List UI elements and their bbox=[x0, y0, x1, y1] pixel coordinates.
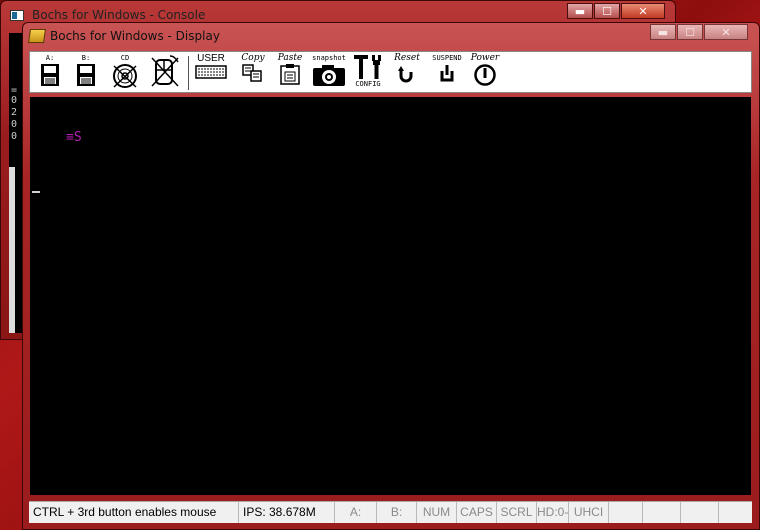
text-cursor bbox=[32, 191, 40, 193]
display-window[interactable]: Bochs for Windows - Display ▬ ☐ ✕ A: B: bbox=[22, 22, 760, 530]
close-button[interactable]: ✕ bbox=[621, 3, 665, 19]
user-button[interactable]: USER bbox=[194, 54, 228, 90]
display-window-controls: ▬ ☐ ✕ bbox=[650, 24, 749, 40]
copy-icon bbox=[242, 64, 262, 82]
console-app-icon bbox=[10, 10, 24, 21]
floppy-a-button[interactable]: A: bbox=[38, 54, 62, 90]
reset-button[interactable]: Reset bbox=[390, 54, 424, 90]
reset-label: Reset bbox=[394, 53, 420, 63]
display-title: Bochs for Windows - Display bbox=[50, 29, 220, 43]
status-floppy-b: B: bbox=[377, 502, 417, 523]
status-ips: IPS: 38.678M bbox=[239, 502, 335, 523]
status-caps-lock: CAPS bbox=[457, 502, 497, 523]
floppy-icon bbox=[77, 64, 95, 86]
status-scroll-lock: SCRL bbox=[497, 502, 537, 523]
floppy-icon bbox=[41, 64, 59, 86]
screen-text: ≡S bbox=[66, 130, 82, 145]
reset-icon bbox=[398, 66, 413, 83]
paste-label: Paste bbox=[277, 53, 303, 63]
close-button[interactable]: ✕ bbox=[704, 24, 748, 40]
copy-label: Copy bbox=[241, 53, 265, 63]
status-empty-slot bbox=[609, 502, 643, 523]
console-title: Bochs for Windows - Console bbox=[32, 8, 206, 22]
copy-button[interactable]: Copy bbox=[240, 54, 266, 90]
status-uhci: UHCI bbox=[569, 502, 609, 523]
snapshot-label: snapshot bbox=[312, 54, 346, 62]
minimize-button[interactable]: ▬ bbox=[650, 24, 676, 40]
camera-icon bbox=[313, 65, 345, 86]
status-empty-slot bbox=[681, 502, 719, 523]
maximize-button[interactable]: ☐ bbox=[594, 3, 620, 19]
status-mouse-hint: CTRL + 3rd button enables mouse bbox=[29, 502, 239, 523]
status-floppy-a: A: bbox=[335, 502, 377, 523]
bochs-app-icon bbox=[28, 29, 46, 43]
power-label: Power bbox=[470, 53, 500, 63]
keyboard-icon bbox=[195, 65, 227, 79]
console-line: 0 bbox=[11, 131, 18, 142]
console-line: 0 bbox=[11, 95, 18, 106]
console-window-controls: ▬ ☐ ✕ bbox=[567, 3, 666, 21]
power-icon bbox=[474, 64, 496, 86]
status-empty-slot bbox=[643, 502, 681, 523]
toolbar: A: B: CD USER Copy Paste snapshot CONFIG… bbox=[29, 51, 752, 93]
config-label: CONFIG bbox=[355, 80, 381, 88]
paste-icon bbox=[280, 64, 300, 85]
floppy-b-label: B: bbox=[81, 54, 91, 62]
cdrom-label: CD bbox=[120, 54, 130, 62]
cdrom-icon bbox=[113, 64, 137, 88]
mouse-button[interactable] bbox=[148, 54, 182, 90]
snapshot-button[interactable]: snapshot bbox=[311, 54, 347, 90]
cdrom-button[interactable]: CD bbox=[110, 54, 140, 90]
user-label: USER bbox=[197, 53, 225, 64]
config-button[interactable]: CONFIG bbox=[352, 54, 384, 90]
power-button[interactable]: Power bbox=[468, 54, 502, 90]
status-num-lock: NUM bbox=[417, 502, 457, 523]
config-tools-icon bbox=[354, 55, 381, 79]
minimize-button[interactable]: ▬ bbox=[567, 3, 593, 19]
console-scrollbar[interactable] bbox=[9, 167, 15, 333]
console-line: 2 bbox=[11, 107, 18, 118]
floppy-a-label: A: bbox=[45, 54, 55, 62]
floppy-b-button[interactable]: B: bbox=[74, 54, 98, 90]
console-line: 0 bbox=[11, 119, 18, 130]
suspend-button[interactable]: SUSPEND bbox=[430, 54, 464, 90]
maximize-button[interactable]: ☐ bbox=[677, 24, 703, 40]
status-bar: CTRL + 3rd button enables mouse IPS: 38.… bbox=[29, 501, 752, 523]
paste-button[interactable]: Paste bbox=[277, 54, 303, 90]
mouse-icon bbox=[151, 55, 179, 87]
suspend-label: SUSPEND bbox=[432, 54, 462, 62]
status-hard-disk: HD:0-M bbox=[537, 502, 569, 523]
status-empty-slot bbox=[719, 502, 752, 523]
suspend-icon bbox=[440, 65, 454, 82]
toolbar-separator bbox=[188, 56, 189, 90]
emulator-screen[interactable]: ≡S bbox=[30, 97, 751, 495]
